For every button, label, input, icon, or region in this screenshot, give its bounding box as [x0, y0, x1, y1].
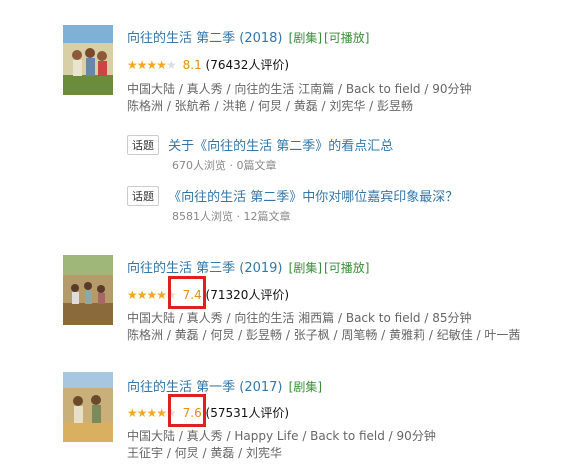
star-rating-icon: ★★★★★: [127, 58, 177, 72]
item-title-row: 向往的生活 第二季 (2018) [剧集] [可播放]: [127, 27, 369, 46]
tag-series[interactable]: [剧集]: [289, 31, 322, 45]
rating-count: (71320人评价): [205, 288, 290, 302]
rating-row: ★★★★★ 7.4 (71320人评价): [127, 286, 289, 303]
score-highlight-box: [168, 276, 206, 309]
topic-row: 话题 关于《向往的生活 第二季》的看点汇总: [127, 134, 393, 155]
topic-link[interactable]: 《向往的生活 第二季》中你对哪位嘉宾印象最深？: [168, 190, 458, 205]
score-highlight-box: [168, 394, 206, 427]
topic-link[interactable]: 关于《向往的生活 第二季》的看点汇总: [168, 139, 393, 154]
item-cast: 陈格洲 / 黄磊 / 何炅 / 彭昱畅 / 张子枫 / 周笔畅 / 黄雅莉 / …: [127, 328, 521, 342]
poster-image[interactable]: [63, 255, 113, 325]
item-cast: 陈格洲 / 张航希 / 洪艳 / 何炅 / 黄磊 / 刘宪华 / 彭昱畅: [127, 99, 414, 113]
tag-series[interactable]: [剧集]: [289, 261, 322, 275]
rating-row: ★★★★★ 8.1 (76432人评价): [127, 56, 289, 73]
rating-score: 8.1: [182, 58, 202, 72]
rating-count: (57531人评价): [205, 406, 290, 420]
item-meta: 中国大陆 / 真人秀 / 向往的生活 湘西篇 / Back to field /…: [127, 311, 472, 325]
tag-playable[interactable]: [可播放]: [324, 31, 369, 45]
item-title-link[interactable]: 向往的生活 第二季 (2018): [127, 31, 283, 46]
item-meta: 中国大陆 / 真人秀 / Happy Life / Back to field …: [127, 429, 436, 443]
topic-row: 话题 《向往的生活 第二季》中你对哪位嘉宾印象最深？: [127, 185, 458, 206]
item-title-link[interactable]: 向往的生活 第三季 (2019): [127, 261, 283, 276]
item-title-row: 向往的生活 第一季 (2017) [剧集]: [127, 376, 322, 395]
rating-row: ★★★★★ 7.6 (57531人评价): [127, 404, 289, 421]
topic-stats: 670人浏览 · 0篇文章: [172, 159, 277, 172]
item-title-link[interactable]: 向往的生活 第一季 (2017): [127, 380, 283, 395]
topic-badge: 话题: [127, 185, 159, 206]
item-title-row: 向往的生活 第三季 (2019) [剧集] [可播放]: [127, 257, 369, 276]
tag-playable[interactable]: [可播放]: [324, 261, 369, 275]
poster-image[interactable]: [63, 372, 113, 442]
poster-image[interactable]: [63, 25, 113, 95]
item-meta: 中国大陆 / 真人秀 / 向往的生活 江南篇 / Back to field /…: [127, 82, 472, 96]
rating-count: (76432人评价): [205, 58, 290, 72]
item-cast: 王征宇 / 何炅 / 黄磊 / 刘宪华: [127, 446, 283, 460]
topic-stats: 8581人浏览 · 12篇文章: [172, 210, 291, 223]
topic-badge: 话题: [127, 134, 159, 155]
tag-series[interactable]: [剧集]: [289, 380, 322, 394]
